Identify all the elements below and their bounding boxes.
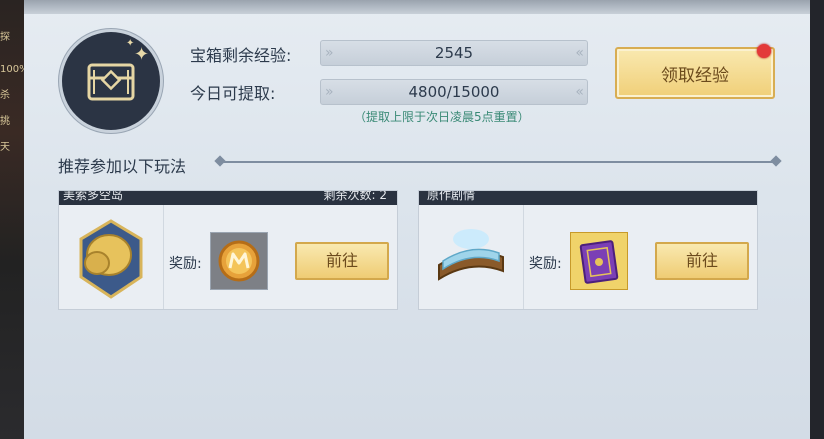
panel-top-frame xyxy=(24,0,810,14)
go-label: 前往 xyxy=(325,251,358,270)
today-extract-label: 今日可提取: xyxy=(190,84,276,103)
activity-card: 美索多空岛 剩余次数: 2 奖励: 前往 xyxy=(58,190,398,310)
background-game-hud: 探 100% 杀 挑 天 xyxy=(0,0,29,439)
card-header: 美索多空岛 剩余次数: 2 xyxy=(59,191,397,205)
purple-book-icon xyxy=(579,240,619,284)
gold-m-coin-icon xyxy=(218,240,260,282)
hud-text: 杀 xyxy=(0,90,10,101)
claim-exp-button[interactable]: 领取经验 xyxy=(615,47,775,99)
section-divider xyxy=(220,161,776,163)
go-button[interactable]: 前往 xyxy=(655,242,749,280)
hud-text: 挑 xyxy=(0,116,10,127)
hud-text: 天 xyxy=(0,142,10,153)
reward-item[interactable] xyxy=(570,232,628,290)
chest-exp-value: 2545 xyxy=(434,44,474,62)
sparkle-icon: ✦ xyxy=(126,38,135,49)
card-header: 原作剧情 xyxy=(419,191,757,205)
gold-coin-badge-icon xyxy=(79,219,143,299)
card-title: 原作剧情 xyxy=(427,191,476,202)
notification-dot xyxy=(757,44,771,58)
go-label: 前往 xyxy=(685,251,718,270)
today-extract-value: 4800/15000 xyxy=(408,83,500,101)
chevron-left-icon: « xyxy=(575,84,583,100)
card-icon-cell xyxy=(419,205,524,309)
chevron-left-icon: « xyxy=(575,45,583,61)
glowing-book-icon xyxy=(438,229,504,281)
reset-note: （提取上限于次日凌晨5点重置） xyxy=(354,110,530,124)
background-right-edge xyxy=(810,0,824,439)
chest-exp-bar: » 2545 « xyxy=(320,40,588,66)
card-remaining: 剩余次数: 2 xyxy=(323,191,388,202)
chest-exp-label: 宝箱剩余经验: xyxy=(190,46,292,65)
activity-card: 原作剧情 奖励: 前往 xyxy=(418,190,758,310)
card-icon-cell xyxy=(59,205,164,309)
go-button[interactable]: 前往 xyxy=(295,242,389,280)
chevron-right-icon: » xyxy=(325,84,333,100)
recommended-section-title: 推荐参加以下玩法 xyxy=(58,157,187,176)
card-title: 美索多空岛 xyxy=(63,191,124,202)
sparkle-icon: ✦ xyxy=(134,44,150,65)
reward-label: 奖励: xyxy=(169,256,202,272)
reward-item[interactable] xyxy=(210,232,268,290)
today-extract-bar: » 4800/15000 « xyxy=(320,79,588,105)
claim-exp-label: 领取经验 xyxy=(661,65,729,86)
reward-label: 奖励: xyxy=(529,256,562,272)
chevron-right-icon: » xyxy=(325,45,333,61)
hud-text: 探 xyxy=(0,32,10,43)
